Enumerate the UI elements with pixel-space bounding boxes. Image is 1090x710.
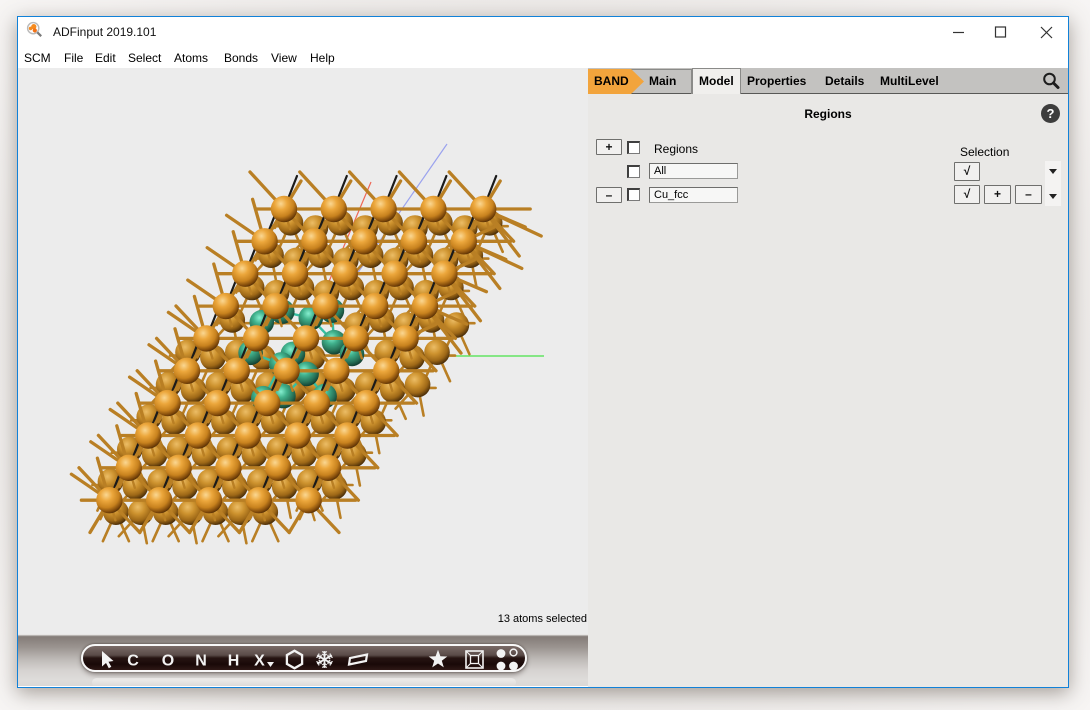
svg-text:O: O: [162, 653, 174, 670]
svg-text:H: H: [228, 653, 240, 670]
svg-text:C: C: [127, 653, 139, 670]
svg-text:N: N: [195, 653, 207, 670]
svg-text:X: X: [254, 653, 265, 670]
